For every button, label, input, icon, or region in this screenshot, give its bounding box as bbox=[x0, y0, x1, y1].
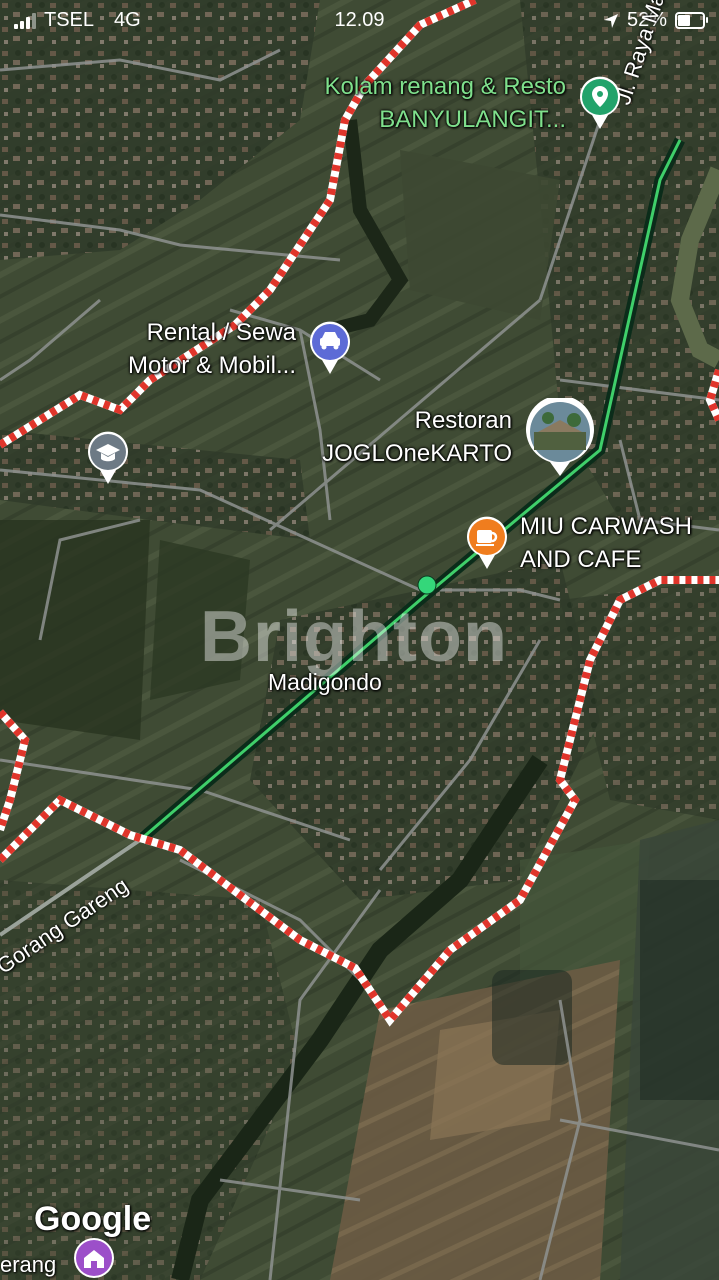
coffee-cup-icon[interactable] bbox=[465, 515, 509, 571]
watermark: Brighton bbox=[200, 597, 508, 677]
place-label-restoran[interactable]: Restoran JOGLOneKARTO bbox=[290, 404, 512, 470]
place-label-carwash[interactable]: MIU CARWASH AND CAFE bbox=[520, 510, 692, 576]
location-arrow-icon bbox=[603, 13, 618, 28]
place-label-kolam-renang[interactable]: Kolam renang & Resto BANYULANGIT... bbox=[300, 70, 566, 136]
photo-thumbnail[interactable] bbox=[524, 398, 596, 478]
car-icon[interactable] bbox=[308, 320, 352, 376]
place-of-worship-icon[interactable] bbox=[72, 1236, 116, 1280]
place-name-line1: Restoran bbox=[414, 407, 512, 434]
place-name-line1: Rental / Sewa bbox=[146, 319, 296, 346]
place-name-line2: BANYULANGIT... bbox=[379, 106, 566, 133]
place-name-line1: Kolam renang & Resto bbox=[324, 73, 566, 100]
google-logo: Google bbox=[34, 1200, 152, 1238]
status-bar: TSEL 4G 12.09 52% bbox=[0, 0, 719, 40]
location-dot bbox=[417, 575, 437, 595]
place-name-line2: AND CAFE bbox=[520, 546, 642, 573]
place-label-rental[interactable]: Rental / Sewa Motor & Mobil... bbox=[60, 316, 296, 382]
road-label-bottom: erang bbox=[0, 1252, 57, 1277]
place-name-line2: JOGLOneKARTO bbox=[322, 440, 512, 467]
map-pin-icon[interactable] bbox=[578, 75, 622, 131]
battery-icon bbox=[675, 12, 708, 29]
place-name-line1: MIU CARWASH bbox=[520, 513, 693, 540]
school-cap-icon[interactable] bbox=[86, 430, 130, 486]
place-name-line2: Motor & Mobil... bbox=[127, 352, 296, 379]
